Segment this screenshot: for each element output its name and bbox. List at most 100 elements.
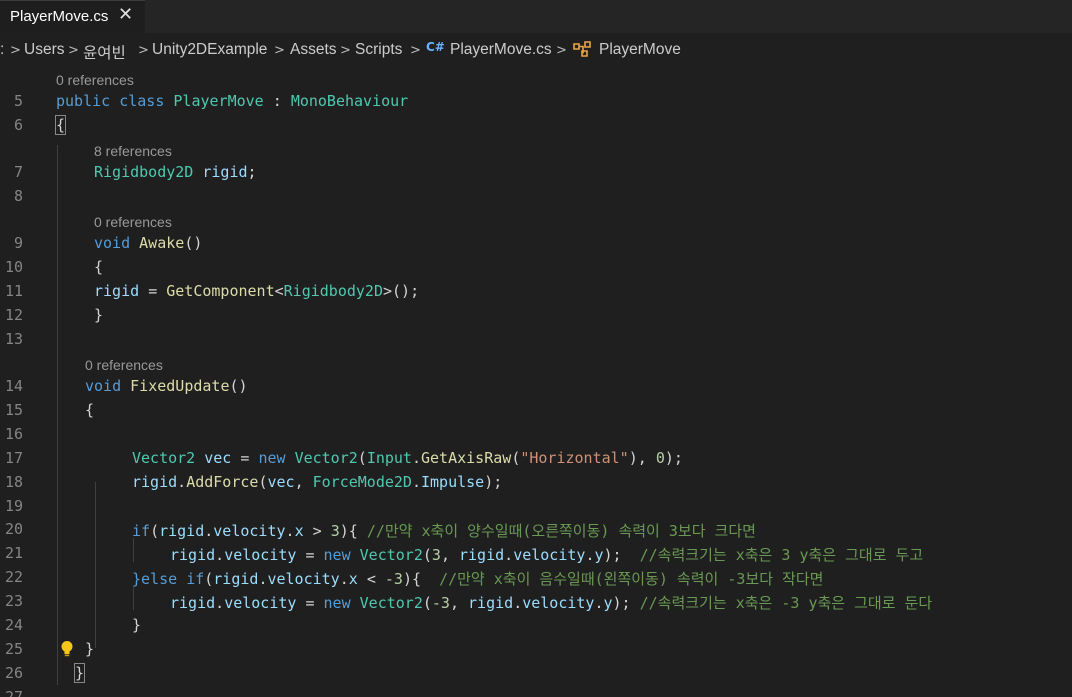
line-number: 27 [4, 688, 23, 697]
line-number: 19 [4, 497, 23, 515]
code-text: public class PlayerMove : MonoBehaviour [56, 92, 408, 110]
token: ); [484, 473, 503, 491]
token: rigid [459, 546, 505, 564]
breadcrumb-root[interactable]: : [0, 41, 4, 59]
token: FixedUpdate [130, 377, 230, 395]
code-text: } [132, 616, 142, 634]
close-icon[interactable]: ✕ [118, 4, 133, 25]
csharp-file-icon: C# [426, 40, 445, 54]
token: < [366, 570, 376, 588]
token: . [215, 594, 225, 612]
breadcrumb-unity2dexample[interactable]: Unity2DExample [152, 41, 267, 59]
token: //속력크기는 x축은 3 y축은 그대로 두고 [639, 546, 924, 564]
breadcrumb-file[interactable]: PlayerMove.cs [450, 41, 552, 59]
token: }else [132, 570, 178, 588]
code-text: { [85, 401, 95, 419]
line-number: 11 [4, 282, 23, 300]
code-line: 20 if(rigid.velocity.x > 3){ //만약 x축이 양수… [0, 517, 1072, 541]
token: rigid [202, 163, 248, 181]
token: . [204, 522, 214, 540]
token: AddForce [186, 473, 259, 491]
chevron-right-icon: > [340, 43, 351, 58]
references-lens[interactable]: 0 references [85, 357, 163, 373]
line-number: 14 [4, 377, 23, 395]
token: velocity [224, 546, 297, 564]
token: Vector2 [294, 449, 358, 467]
token: vec [267, 473, 295, 491]
lightbulb-icon[interactable] [60, 640, 74, 662]
tab-label: PlayerMove.cs [10, 8, 109, 25]
chevron-right-icon: > [10, 43, 21, 58]
token: Vector2 [359, 594, 423, 612]
token: ForceMode2D [312, 473, 412, 491]
code-line: 18 rigid.AddForce(vec, ForceMode2D.Impul… [0, 470, 1072, 494]
token: GetComponent [166, 282, 275, 300]
token: . [513, 594, 523, 612]
token: ( [422, 546, 432, 564]
code-line: 10 { [0, 255, 1072, 279]
token: () [184, 234, 203, 252]
token: ){ [402, 570, 421, 588]
token: ( [150, 522, 160, 540]
token: x [348, 570, 358, 588]
code-line: 19 [0, 494, 1072, 518]
token: y [603, 594, 613, 612]
code-editor[interactable]: 0 references 5 public class PlayerMove :… [0, 70, 1072, 697]
breadcrumb-users[interactable]: Users [24, 41, 64, 59]
line-number: 16 [4, 425, 23, 443]
code-line: 8 [0, 184, 1072, 208]
token: , [440, 546, 450, 564]
code-line: 27 [0, 685, 1072, 697]
token: ); [603, 546, 622, 564]
code-line: 12 } [0, 303, 1072, 327]
breadcrumb-scripts[interactable]: Scripts [355, 41, 402, 59]
token: PlayerMove [173, 92, 264, 110]
code-line: 14 void FixedUpdate() [0, 374, 1072, 398]
token: rigid [159, 522, 205, 540]
tab-playermove-cs[interactable]: PlayerMove.cs ✕ [0, 0, 145, 33]
token: > [312, 522, 322, 540]
code-editor-window: PlayerMove.cs ✕ : > Users > 윤여빈 > Unity2… [0, 0, 1072, 697]
token: Vector2 [132, 449, 196, 467]
code-text: if(rigid.velocity.x > 3){ //만약 x축이 양수일때(… [132, 520, 756, 541]
references-lens[interactable]: 8 references [94, 143, 172, 159]
token: void [94, 234, 131, 252]
line-number: 18 [4, 473, 23, 491]
code-text: rigid.velocity = new Vector2(3, rigid.ve… [170, 544, 923, 565]
code-line: 23 rigid.velocity = new Vector2(-3, rigi… [0, 589, 1072, 613]
line-number: 26 [4, 664, 23, 682]
token: rigid [468, 594, 514, 612]
code-line: 16 [0, 422, 1072, 446]
token: = [305, 546, 315, 564]
breadcrumb-assets[interactable]: Assets [290, 41, 337, 59]
token: >(); [383, 282, 420, 300]
line-number: 6 [13, 116, 23, 134]
references-lens[interactable]: 0 references [56, 72, 134, 88]
code-line: 11 rigid = GetComponent<Rigidbody2D>(); [0, 279, 1072, 303]
token: rigid [132, 473, 178, 491]
token: velocity [522, 594, 595, 612]
code-text: { [94, 258, 104, 276]
token: () [229, 377, 248, 395]
token: . [594, 594, 604, 612]
token: void [85, 377, 122, 395]
code-line: 17 Vector2 vec = new Vector2(Input.GetAx… [0, 446, 1072, 470]
code-text: Rigidbody2D rigid; [94, 163, 257, 181]
token: , [294, 473, 304, 491]
references-lens[interactable]: 0 references [94, 214, 172, 230]
token: Impulse [421, 473, 485, 491]
code-line: 7 Rigidbody2D rigid; [0, 160, 1072, 184]
line-number: 17 [4, 449, 23, 467]
token: velocity [513, 546, 586, 564]
breadcrumb-user-folder[interactable]: 윤여빈 [83, 41, 126, 63]
breadcrumb-class[interactable]: PlayerMove [599, 41, 681, 59]
token: -3 [384, 570, 403, 588]
token: = [240, 449, 250, 467]
token: y [594, 546, 604, 564]
token: Vector2 [359, 546, 423, 564]
code-line: 25 } [0, 637, 1072, 661]
breadcrumb: : > Users > 윤여빈 > Unity2DExample > Asset… [0, 37, 1072, 63]
code-line: 5 public class PlayerMove : MonoBehaviou… [0, 89, 1072, 113]
token: ( [422, 594, 432, 612]
code-line: 21 rigid.velocity = new Vector2(3, rigid… [0, 541, 1072, 565]
